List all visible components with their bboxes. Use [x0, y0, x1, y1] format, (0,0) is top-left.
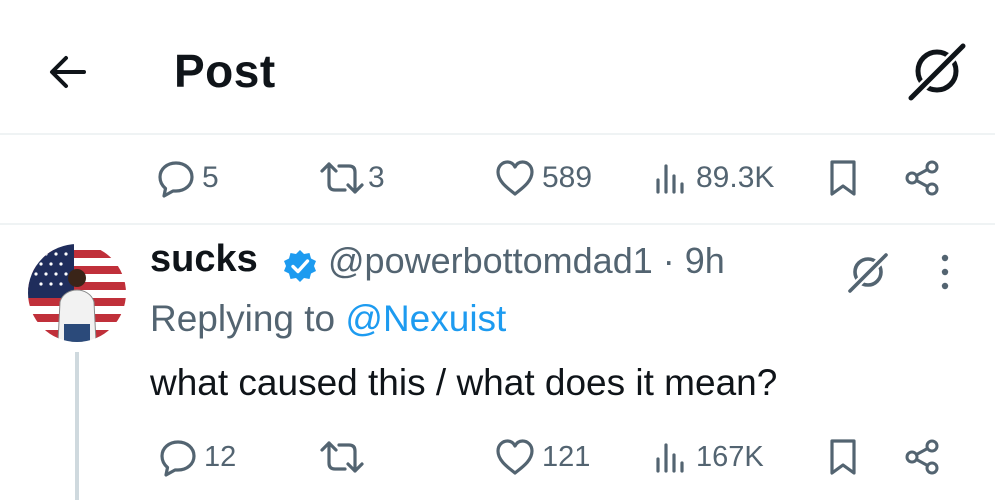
grok-icon: [906, 41, 968, 102]
reply-count: 5: [202, 161, 219, 194]
bookmark-icon: [830, 439, 856, 475]
heart-icon: [496, 160, 534, 196]
post-time[interactable]: 9h: [685, 240, 725, 281]
author-handle-line: @powerbottomdad1 · 9h: [328, 240, 725, 282]
reply-like-button[interactable]: 121: [494, 437, 590, 477]
views-button[interactable]: 89.3K: [652, 158, 774, 198]
post-divider: [0, 223, 995, 225]
arrow-left-icon: [50, 56, 86, 88]
handle-separator: ·: [662, 240, 675, 281]
author-name[interactable]: sucks: [150, 238, 258, 281]
avatar[interactable]: [28, 244, 126, 342]
reply-button[interactable]: 5: [156, 158, 219, 198]
bookmark-button[interactable]: [826, 158, 860, 198]
grok-icon: [846, 251, 890, 294]
repost-count: 3: [368, 161, 385, 194]
speech-bubble-icon: [158, 161, 194, 198]
tweet-text: what caused this / what does it mean?: [150, 362, 778, 403]
reply-repost-button[interactable]: [318, 437, 372, 477]
bar-chart-icon: [656, 164, 684, 194]
like-button[interactable]: 589: [494, 158, 592, 198]
reply-views-button[interactable]: 167K: [652, 437, 764, 477]
reply-grok-button[interactable]: [846, 250, 890, 294]
grok-button[interactable]: [906, 40, 968, 102]
replying-to-mention[interactable]: @Nexuist: [345, 298, 506, 339]
like-count: 589: [542, 161, 593, 194]
views-count: 89.3K: [696, 161, 775, 194]
speech-bubble-icon: [160, 440, 196, 477]
repost-icon: [320, 441, 364, 473]
page-title: Post: [174, 45, 276, 97]
back-button[interactable]: [44, 48, 92, 96]
flag-profile-picture: [28, 244, 126, 342]
replying-to-line: Replying to @Nexuist: [150, 298, 506, 340]
reply-reply-count: 12: [204, 440, 237, 473]
bookmark-icon: [830, 160, 856, 196]
reply-views-count: 167K: [696, 440, 764, 473]
bar-chart-icon: [656, 443, 684, 473]
reply-reply-button[interactable]: 12: [158, 437, 236, 477]
replying-to-label: Replying to: [150, 298, 336, 339]
repost-button[interactable]: 3: [318, 158, 385, 198]
verified-badge-icon: [282, 248, 318, 284]
heart-icon: [496, 439, 534, 475]
reply-like-count: 121: [542, 440, 591, 473]
more-vertical-icon: [941, 254, 949, 290]
author-handle[interactable]: @powerbottomdad1: [328, 240, 653, 281]
more-options-button[interactable]: [928, 250, 962, 294]
repost-icon: [320, 162, 364, 194]
share-button[interactable]: [902, 158, 942, 198]
header-divider: [0, 133, 995, 135]
share-icon: [905, 439, 939, 475]
reply-share-button[interactable]: [902, 437, 942, 477]
thread-connector-line: [75, 352, 79, 500]
share-icon: [905, 160, 939, 196]
reply-bookmark-button[interactable]: [826, 437, 860, 477]
